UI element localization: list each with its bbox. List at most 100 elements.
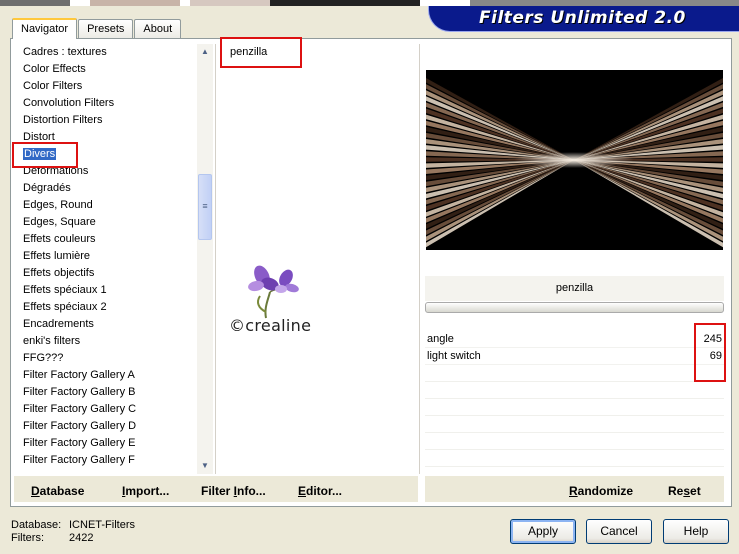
- category-item[interactable]: Filter Factory Gallery B: [13, 384, 195, 401]
- param-label: angle: [427, 333, 454, 345]
- category-label: Effets objectifs: [23, 267, 95, 279]
- category-label: Cadres : textures: [23, 46, 107, 58]
- divider: [419, 44, 420, 474]
- category-label: Filter Factory Gallery A: [23, 369, 135, 381]
- category-item[interactable]: Effets spéciaux 1: [13, 282, 195, 299]
- help-button[interactable]: Help: [663, 519, 729, 544]
- category-label: Filter Factory Gallery F: [23, 454, 135, 466]
- category-label: Effets couleurs: [23, 233, 96, 245]
- annotation-box-values: [694, 323, 726, 382]
- filter-header: penzilla: [425, 276, 724, 313]
- param-row-angle[interactable]: angle 245: [425, 331, 724, 348]
- param-row-empty: [425, 450, 724, 467]
- category-label: Edges, Square: [23, 216, 96, 228]
- top-strip-segment: [0, 0, 70, 6]
- right-button-bar: Randomize Reset: [425, 476, 724, 502]
- category-label: FFG???: [23, 352, 64, 364]
- category-item[interactable]: Color Filters: [13, 78, 195, 95]
- apply-button[interactable]: Apply: [510, 519, 576, 544]
- title-banner: Filters Unlimited 2.0: [428, 6, 739, 32]
- button-text: nfo...: [237, 484, 266, 498]
- category-label: Color Filters: [23, 80, 83, 92]
- category-label: Color Effects: [23, 63, 86, 75]
- database-info: Database: ICNET-Filters Filters: 2422: [11, 519, 135, 545]
- category-label: Filter Factory Gallery D: [23, 420, 137, 432]
- category-label: enki's filters: [23, 335, 81, 347]
- category-item[interactable]: Cadres : textures: [13, 44, 195, 61]
- database-button[interactable]: Database: [31, 484, 84, 498]
- param-row-empty: [425, 365, 724, 382]
- filter-slider-bar[interactable]: [425, 302, 724, 313]
- reset-button[interactable]: Reset: [668, 484, 701, 498]
- category-item[interactable]: Color Effects: [13, 61, 195, 78]
- top-strip-segment: [270, 0, 420, 6]
- button-mnemonic: D: [31, 484, 40, 498]
- button-text: Filter: [201, 484, 234, 498]
- category-label: Effets lumière: [23, 250, 91, 262]
- database-label: Database:: [11, 519, 62, 531]
- category-item[interactable]: Filter Factory Gallery C: [13, 401, 195, 418]
- tab-presets[interactable]: Presets: [78, 19, 134, 38]
- filter-list[interactable]: penzilla: [222, 44, 417, 474]
- scroll-thumb[interactable]: ≡: [198, 174, 212, 240]
- category-item[interactable]: Effets lumière: [13, 248, 195, 265]
- category-item[interactable]: Effets couleurs: [13, 231, 195, 248]
- top-strip-segment: [180, 0, 190, 6]
- category-label: Edges, Round: [23, 199, 93, 211]
- button-mnemonic: E: [298, 484, 307, 498]
- banner-title: Filters Unlimited 2.0: [479, 8, 686, 28]
- param-row-empty: [425, 416, 724, 433]
- category-item[interactable]: enki's filters: [13, 333, 195, 350]
- param-row-empty: [425, 382, 724, 399]
- category-item[interactable]: Distortion Filters: [13, 112, 195, 129]
- param-row-empty: [425, 399, 724, 416]
- annotation-box-filter: [220, 37, 302, 68]
- category-list[interactable]: Cadres : textures Color Effects Color Filt…: [13, 44, 195, 474]
- category-item[interactable]: Filter Factory Gallery D: [13, 418, 195, 435]
- category-label: Effets spéciaux 2: [23, 301, 107, 313]
- annotation-box-category: [12, 142, 78, 168]
- category-label: Filter Factory Gallery C: [23, 403, 137, 415]
- category-item[interactable]: Filter Factory Gallery F: [13, 452, 195, 469]
- category-item[interactable]: Filter Factory Gallery E: [13, 435, 195, 452]
- category-item[interactable]: Edges, Round: [13, 197, 195, 214]
- category-label: Convolution Filters: [23, 97, 115, 109]
- randomize-button[interactable]: Randomize: [569, 484, 633, 498]
- tab-about[interactable]: About: [134, 19, 182, 38]
- center-glow: [514, 152, 634, 168]
- param-row-light-switch[interactable]: light switch 69: [425, 348, 724, 365]
- editor-button[interactable]: Editor...: [298, 484, 342, 498]
- button-text: ditor...: [306, 484, 343, 498]
- database-value: ICNET-Filters: [69, 519, 135, 531]
- category-item[interactable]: Encadrements: [13, 316, 195, 333]
- category-label: Dégradés: [23, 182, 71, 194]
- scroll-down-arrow-icon[interactable]: ▼: [197, 458, 213, 474]
- left-button-bar: Database Import... Filter Info... Editor…: [14, 476, 418, 502]
- param-row-empty: [425, 433, 724, 450]
- scroll-up-arrow-icon[interactable]: ▲: [197, 44, 213, 60]
- filter-info-button[interactable]: Filter Info...: [201, 484, 266, 498]
- parameter-list: angle 245 light switch 69: [425, 331, 724, 467]
- top-strip-segment: [90, 0, 180, 6]
- filters-count-label: Filters:: [11, 532, 44, 544]
- divider: [215, 44, 216, 474]
- category-item[interactable]: Effets objectifs: [13, 265, 195, 282]
- button-text: andomize: [577, 484, 634, 498]
- category-item[interactable]: Filter Factory Gallery A: [13, 367, 195, 384]
- category-label: Filter Factory Gallery B: [23, 386, 136, 398]
- category-label: Effets spéciaux 1: [23, 284, 107, 296]
- category-item[interactable]: Edges, Square: [13, 214, 195, 231]
- preview-image: [426, 78, 723, 248]
- category-item[interactable]: Dégradés: [13, 180, 195, 197]
- cancel-button[interactable]: Cancel: [586, 519, 652, 544]
- button-text: et: [690, 484, 701, 498]
- category-scrollbar[interactable]: ▲ ≡ ▼: [197, 44, 213, 474]
- import-button[interactable]: Import...: [122, 484, 169, 498]
- category-item[interactable]: FFG???: [13, 350, 195, 367]
- tab-navigator[interactable]: Navigator: [12, 18, 78, 39]
- selected-filter-name: penzilla: [425, 276, 724, 301]
- top-strip-segment: [70, 0, 90, 6]
- category-item[interactable]: Effets spéciaux 2: [13, 299, 195, 316]
- category-item[interactable]: Convolution Filters: [13, 95, 195, 112]
- button-mnemonic: R: [569, 484, 578, 498]
